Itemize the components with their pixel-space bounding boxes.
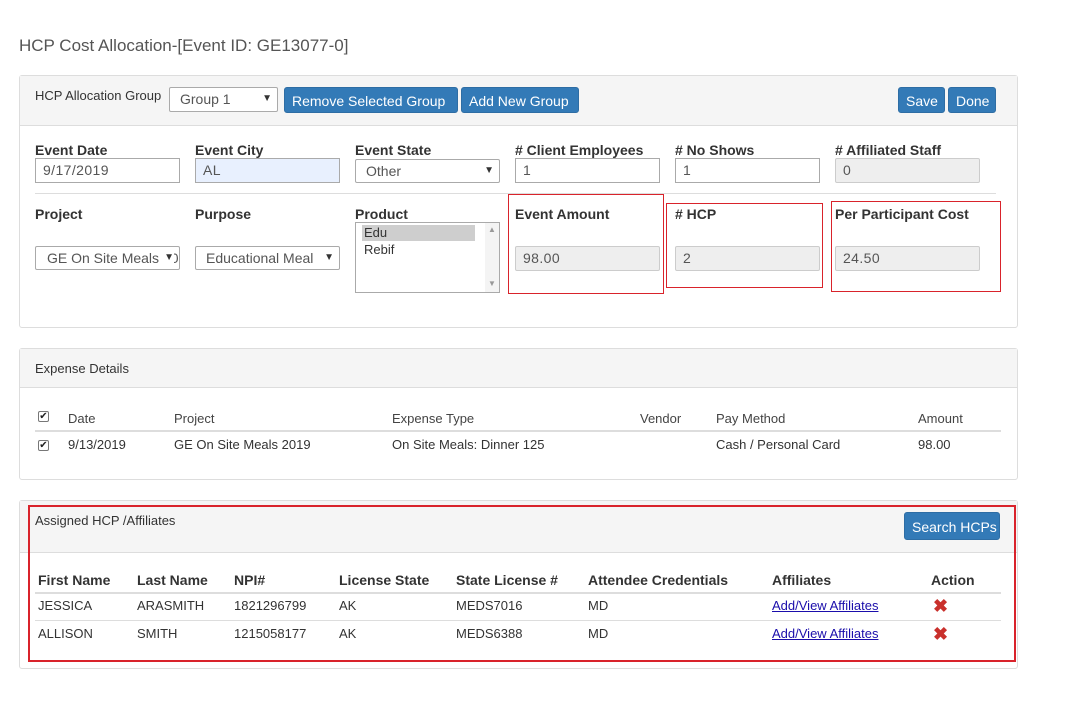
event-date-label: Event Date: [35, 142, 108, 158]
hcp-cell-state-license: MEDS7016: [456, 598, 523, 613]
expense-title: Expense Details: [35, 361, 129, 376]
hcp-header-last-name: Last Name: [137, 572, 208, 588]
hcp-header-first-name: First Name: [38, 572, 111, 588]
chevron-down-icon: ▼: [484, 165, 494, 176]
hcp-cell-first-name: JESSICA: [38, 598, 93, 613]
expense-header-pay-method: Pay Method: [716, 411, 786, 426]
project-select[interactable]: GE On Site Meals 2019 ▼: [35, 246, 180, 270]
hcp-header-npi: NPI#: [234, 572, 266, 588]
listbox-scrollbar[interactable]: ▲ ▼: [485, 223, 499, 292]
hcp-header-action: Action: [931, 572, 975, 588]
delete-x-icon[interactable]: ✖: [933, 625, 948, 643]
expense-panel: [19, 348, 1018, 480]
expense-cell-pay-method: Cash / Personal Card: [716, 437, 841, 452]
scroll-up-icon[interactable]: ▲: [488, 225, 496, 234]
project-select-value: GE On Site Meals 2019: [47, 250, 180, 266]
event-state-label: Event State: [355, 142, 432, 158]
expense-header-amount: Amount: [918, 411, 963, 426]
affiliated-staff-input: 0: [835, 158, 980, 183]
hcp-cell-credentials: MD: [588, 598, 609, 613]
event-city-label: Event City: [195, 142, 264, 158]
expense-header-type: Expense Type: [392, 411, 475, 426]
expense-cell-project: GE On Site Meals 2019: [174, 437, 311, 452]
add-group-button[interactable]: Add New Group: [461, 87, 579, 113]
event-city-input[interactable]: AL: [195, 158, 340, 183]
hcp-header-divider: [35, 592, 1001, 594]
group-label: HCP Allocation Group: [35, 88, 162, 103]
hcp-cell-state-license: MEDS6388: [456, 626, 523, 641]
expense-cell-type: On Site Meals: Dinner 125: [392, 437, 545, 452]
hcp-cell-npi: 1215058177: [234, 626, 307, 641]
event-date-input[interactable]: 9/17/2019: [35, 158, 180, 183]
group-select-value: Group 1: [180, 91, 231, 107]
hcp-header-affiliates: Affiliates: [772, 572, 832, 588]
expense-header-vendor: Vendor: [640, 411, 682, 426]
hcp-cell-credentials: MD: [588, 626, 609, 641]
save-button[interactable]: Save: [898, 87, 945, 113]
add-view-affiliates-link[interactable]: Add/View Affiliates: [772, 598, 878, 613]
delete-x-icon[interactable]: ✖: [933, 597, 948, 615]
done-button[interactable]: Done: [948, 87, 996, 113]
project-label: Project: [35, 206, 83, 222]
client-employees-input[interactable]: 1: [515, 158, 660, 183]
group-select[interactable]: Group 1 ▼: [169, 87, 278, 112]
expense-header-date: Date: [68, 411, 96, 426]
page-title: HCP Cost Allocation-[Event ID: GE13077-0…: [19, 36, 349, 55]
affiliated-staff-label: # Affiliated Staff: [835, 142, 942, 158]
chevron-down-icon: ▼: [322, 247, 334, 269]
hcp-header-license-state: License State: [339, 572, 430, 588]
product-label: Product: [355, 206, 408, 222]
hcp-cell-license-state: AK: [339, 626, 357, 641]
hcp-cell-last-name: SMITH: [137, 626, 178, 641]
hcp-cell-last-name: ARASMITH: [137, 598, 205, 613]
remove-group-button[interactable]: Remove Selected Group: [284, 87, 458, 113]
expense-header-project: Project: [174, 411, 215, 426]
add-view-affiliates-link[interactable]: Add/View Affiliates: [772, 626, 878, 641]
chevron-down-icon: ▼: [162, 247, 174, 269]
expense-row-checkbox[interactable]: ✔: [38, 440, 49, 451]
purpose-select-value: Educational Meal: [206, 250, 314, 266]
hcp-cell-license-state: AK: [339, 598, 357, 613]
no-shows-input[interactable]: 1: [675, 158, 820, 183]
event-state-select[interactable]: Other ▼: [355, 159, 500, 183]
client-employees-label: # Client Employees: [515, 142, 644, 158]
hcp-header-state-license: State License #: [456, 572, 558, 588]
expense-panel-header: [20, 349, 1017, 388]
select-all-checkbox[interactable]: ✔: [38, 411, 49, 422]
scroll-down-icon[interactable]: ▼: [488, 279, 496, 288]
expense-header-divider: [35, 430, 1001, 432]
event-state-value: Other: [366, 163, 402, 179]
expense-cell-amount: 98.00: [918, 437, 951, 452]
no-shows-label: # No Shows: [675, 142, 755, 158]
product-listbox[interactable]: Edu Rebif ▲ ▼: [355, 222, 500, 293]
per-participant-cost-highlight: [831, 201, 1001, 292]
hcp-title: Assigned HCP /Affiliates: [35, 513, 176, 528]
product-option-selected[interactable]: Edu: [362, 225, 475, 241]
hcp-header-credentials: Attendee Credentials: [588, 572, 729, 588]
hcp-row-divider: [35, 620, 1001, 621]
product-option[interactable]: Rebif: [364, 242, 394, 258]
expense-cell-date: 9/13/2019: [68, 437, 126, 452]
hcp-count-highlight: [666, 203, 823, 288]
hcp-cell-npi: 1821296799: [234, 598, 307, 613]
purpose-select[interactable]: Educational Meal ▼: [195, 246, 340, 270]
search-hcps-button[interactable]: Search HCPs: [904, 512, 1000, 540]
chevron-down-icon: ▼: [262, 93, 272, 104]
purpose-label: Purpose: [195, 206, 252, 222]
event-amount-highlight: [508, 194, 664, 294]
hcp-cell-first-name: ALLISON: [38, 626, 93, 641]
